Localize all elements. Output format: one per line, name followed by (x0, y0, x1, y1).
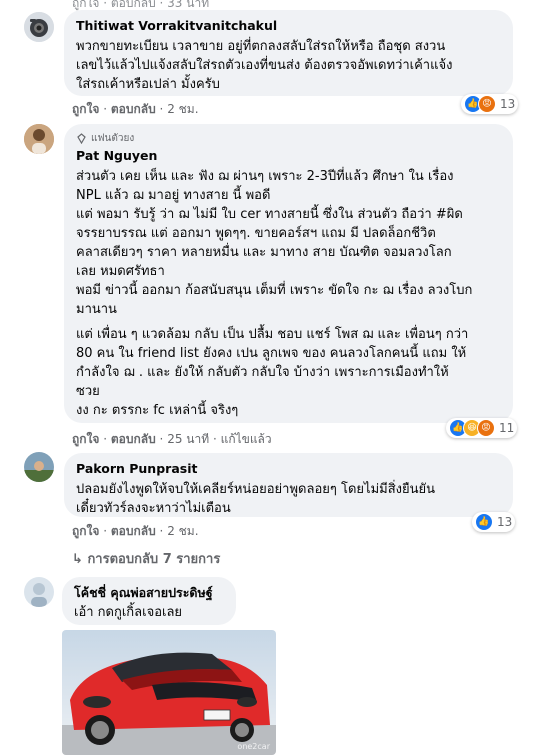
timestamp[interactable]: 2 ชม. (167, 102, 198, 116)
reply-arrow-icon: ↳ (72, 552, 83, 567)
comment-text-line: ซวย (76, 384, 100, 399)
avatar[interactable] (24, 12, 54, 42)
comment-text-line: 80 คน ใน friend list ยังคง เปน ลูกเพจ ขอ… (76, 346, 467, 361)
like-link[interactable]: ถูกใจ (72, 524, 99, 538)
comment-text-line: แต่ พอมา รับรู้ ว่า ฌ ไม่มี ใบ cer ทางสา… (76, 207, 463, 222)
timestamp[interactable]: 2 ชม. (167, 524, 198, 538)
top-fan-badge: แฟนตัวยง (76, 132, 501, 145)
comment-actions: ถูกใจ · ตอบกลับ · 25 นาที · แก้ไขแล้ว (72, 432, 272, 446)
comment-text: เอ้า กดกูเกิ้ลเจอเลย (74, 605, 183, 620)
comment-author[interactable]: Thitiwat Vorrakitvanitchakul (76, 18, 501, 34)
comment-bubble: แฟนตัวยง Pat Nguyen ส่วนตัว เคย เห็น และ… (64, 124, 513, 423)
comment-text-line: กำลังใจ ฌ . และ ยังให้ กลับตัว กลับใจ บ้… (76, 365, 449, 380)
image-watermark: one2car (237, 742, 270, 751)
comment-actions: ถูกใจ · ตอบกลับ · 2 ชม. (72, 524, 199, 538)
reaction-count: 13 (497, 515, 513, 529)
comment-text-line: พวกขายทะเบียน เวลาขาย อยู่ที่ตกลงสลับใส่… (76, 39, 446, 54)
comment-text-line: เดี๋ยวทัวร์ลงจะหาว่าไม่เตือน (76, 501, 231, 516)
comment-author[interactable]: Pakorn Punprasit (76, 461, 501, 477)
avatar-photo-icon (24, 452, 54, 482)
comment-text-line: คลาสเดียวๆ ราคา หลายหมื่น และ มาทาง สาย … (76, 245, 452, 260)
comment-bubble: Thitiwat Vorrakitvanitchakul พวกขายทะเบี… (64, 10, 513, 96)
comment-text-line: ส่วนตัว เคย เห็น และ ฟัง ฌ ผ่านๆ เพราะ 2… (76, 169, 454, 184)
red-car-image (62, 630, 276, 755)
comment-actions: ถูกใจ · ตอบกลับ · 2 ชม. (72, 102, 199, 116)
comment-text-line: พอมี ข่าวนี้ ออกมา ก้อสนับสนุน เต็มที่ เ… (76, 283, 473, 298)
comment-text-line: ใส่รถเค้าหรือเปล่า มั้งครับ (76, 77, 220, 92)
comment-author[interactable]: Pat Nguyen (76, 148, 501, 164)
reaction-count: 11 (499, 421, 515, 435)
avatar-camera-icon (24, 12, 54, 42)
comment-text-line: เลขไว้แล้วไปแจ้งสลับใส่รถตัวเองที่ขนส่ง … (76, 58, 453, 73)
comment-author[interactable]: โค้ชชี่ คุณพ่อสายประดิษฐ์ (74, 585, 224, 601)
like-link[interactable]: ถูกใจ (72, 432, 99, 446)
comment-image[interactable]: one2car (62, 630, 276, 755)
angry-reaction-icon: 😡 (478, 95, 496, 113)
view-replies-label: การตอบกลับ 7 รายการ (87, 552, 221, 567)
comment-text-line: จรรยาบรรณ แต่ ออกมา พูดๆๆ. ขายคอร์สฯ แถม… (76, 226, 436, 241)
angry-reaction-icon: 😡 (477, 419, 495, 437)
comment-text-line: มานาน (76, 302, 117, 317)
like-reaction-icon: 👍 (475, 513, 493, 531)
reply-link[interactable]: ตอบกลับ (111, 102, 156, 116)
reaction-count: 13 (500, 97, 516, 111)
reply-link[interactable]: ตอบกลับ (111, 432, 156, 446)
comment-text-line: งง กะ ตรรกะ fc เหล่านี้ จริงๆ (76, 403, 239, 418)
comment-bubble: Pakorn Punprasit ปลอมยังไงพูดให้จบให้เคล… (64, 453, 513, 517)
avatar[interactable] (24, 452, 54, 482)
edited-label[interactable]: แก้ไขแล้ว (221, 432, 272, 446)
comment-bubble: โค้ชชี่ คุณพ่อสายประดิษฐ์ เอ้า กดกูเกิ้ล… (62, 577, 236, 625)
timestamp[interactable]: 25 นาที (167, 432, 209, 446)
like-link[interactable]: ถูกใจ (72, 102, 99, 116)
comment-text-line: NPL แล้ว ฌ มาอยู่ ทางสาย นี้ พอดี (76, 188, 271, 203)
comment-text-line: เลย หมดศรัทธา (76, 264, 165, 279)
badge-label: แฟนตัวยง (91, 133, 135, 144)
avatar[interactable] (24, 124, 54, 154)
avatar[interactable] (24, 577, 54, 607)
reaction-summary[interactable]: 👍 13 (472, 512, 516, 532)
reaction-summary[interactable]: 👍 😡 13 (461, 94, 519, 114)
comment-text-line: แต่ เพื่อน ๆ แวดล้อม กลับ เป็น ปลื้ม ชอบ… (76, 327, 469, 342)
reaction-summary[interactable]: 👍 😆 😡 11 (446, 418, 518, 438)
reply-link[interactable]: ตอบกลับ (111, 524, 156, 538)
avatar-person-icon (24, 124, 54, 154)
avatar-person-icon (24, 577, 54, 607)
comment-text-line: ปลอมยังไงพูดให้จบให้เคลียร์หน่อยอย่าพูดล… (76, 482, 435, 497)
diamond-icon (77, 133, 86, 144)
view-replies-link[interactable]: ↳ การตอบกลับ 7 รายการ (72, 548, 220, 569)
